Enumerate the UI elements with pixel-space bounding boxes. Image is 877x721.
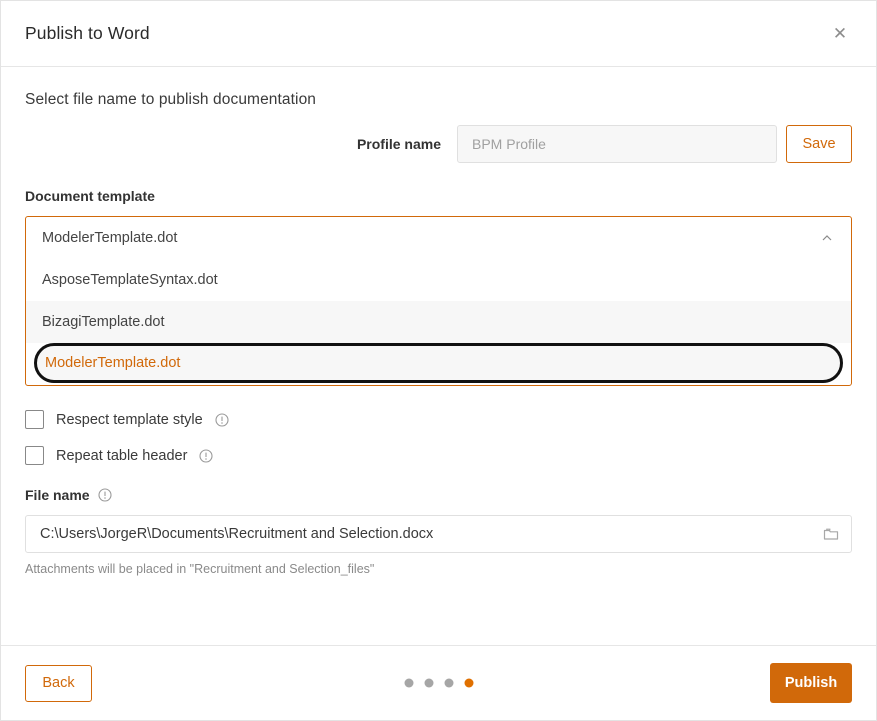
options-checkbox-group: Respect template style Repeat table head…	[25, 410, 852, 465]
file-name-label-text: File name	[25, 487, 90, 503]
step-indicator	[404, 678, 473, 688]
save-button[interactable]: Save	[786, 125, 852, 163]
repeat-table-header-checkbox[interactable]	[25, 446, 44, 465]
chevron-up-icon[interactable]	[821, 232, 833, 244]
info-icon[interactable]	[199, 448, 213, 463]
document-template-label: Document template	[25, 188, 852, 204]
info-icon[interactable]	[215, 412, 229, 427]
dropdown-option-label: AsposeTemplateSyntax.dot	[42, 272, 218, 288]
dropdown-option-label: ModelerTemplate.dot	[45, 355, 181, 371]
file-name-input[interactable]	[25, 515, 852, 553]
repeat-table-header-label: Repeat table header	[56, 447, 188, 464]
file-name-section: File name Attachm	[25, 487, 852, 576]
file-name-label: File name	[25, 487, 852, 503]
file-name-help-text: Attachments will be placed in "Recruitme…	[25, 562, 375, 576]
dropdown-option-modeler-selected[interactable]: ModelerTemplate.dot	[34, 343, 843, 383]
dropdown-selected-value-row[interactable]: ModelerTemplate.dot	[26, 217, 851, 259]
dialog-footer: Back Publish	[1, 645, 876, 720]
document-template-label-text: Document template	[25, 188, 155, 204]
dropdown-option-aspose[interactable]: AsposeTemplateSyntax.dot	[26, 259, 851, 301]
profile-name-input[interactable]	[457, 125, 777, 163]
step-dot-1[interactable]	[404, 678, 413, 688]
back-button[interactable]: Back	[25, 664, 92, 702]
info-icon[interactable]	[98, 488, 112, 502]
profile-name-label: Profile name	[356, 136, 441, 152]
dropdown-selected-value: ModelerTemplate.dot	[42, 230, 178, 246]
publish-to-word-dialog: Publish to Word ✕ Select file name to pu…	[0, 0, 877, 721]
dropdown-option-label: BizagiTemplate.dot	[42, 314, 165, 330]
publish-button[interactable]: Publish	[770, 663, 852, 703]
profile-name-row: Profile name Save	[25, 125, 852, 163]
respect-template-style-checkbox[interactable]	[25, 410, 44, 429]
close-icon[interactable]: ✕	[827, 21, 853, 47]
repeat-table-header-row[interactable]: Repeat table header	[25, 446, 852, 465]
respect-template-style-label: Respect template style	[56, 411, 203, 428]
dialog-header: Publish to Word ✕	[1, 1, 876, 67]
step-dot-2[interactable]	[424, 678, 433, 688]
step-dot-3[interactable]	[444, 678, 453, 688]
respect-template-style-row[interactable]: Respect template style	[25, 410, 852, 429]
document-template-dropdown: ModelerTemplate.dot AsposeTemplateSyntax…	[25, 216, 852, 386]
dialog-body: Select file name to publish documentatio…	[1, 67, 876, 645]
step-dot-4[interactable]	[464, 678, 473, 688]
dropdown-option-list: AsposeTemplateSyntax.dot BizagiTemplate.…	[26, 259, 851, 383]
page-title: Publish to Word	[25, 23, 150, 43]
dropdown-option-bizagi[interactable]: BizagiTemplate.dot	[26, 301, 851, 343]
section-heading: Select file name to publish documentatio…	[25, 91, 317, 108]
folder-icon[interactable]	[822, 525, 840, 543]
file-name-input-wrap	[25, 515, 852, 553]
